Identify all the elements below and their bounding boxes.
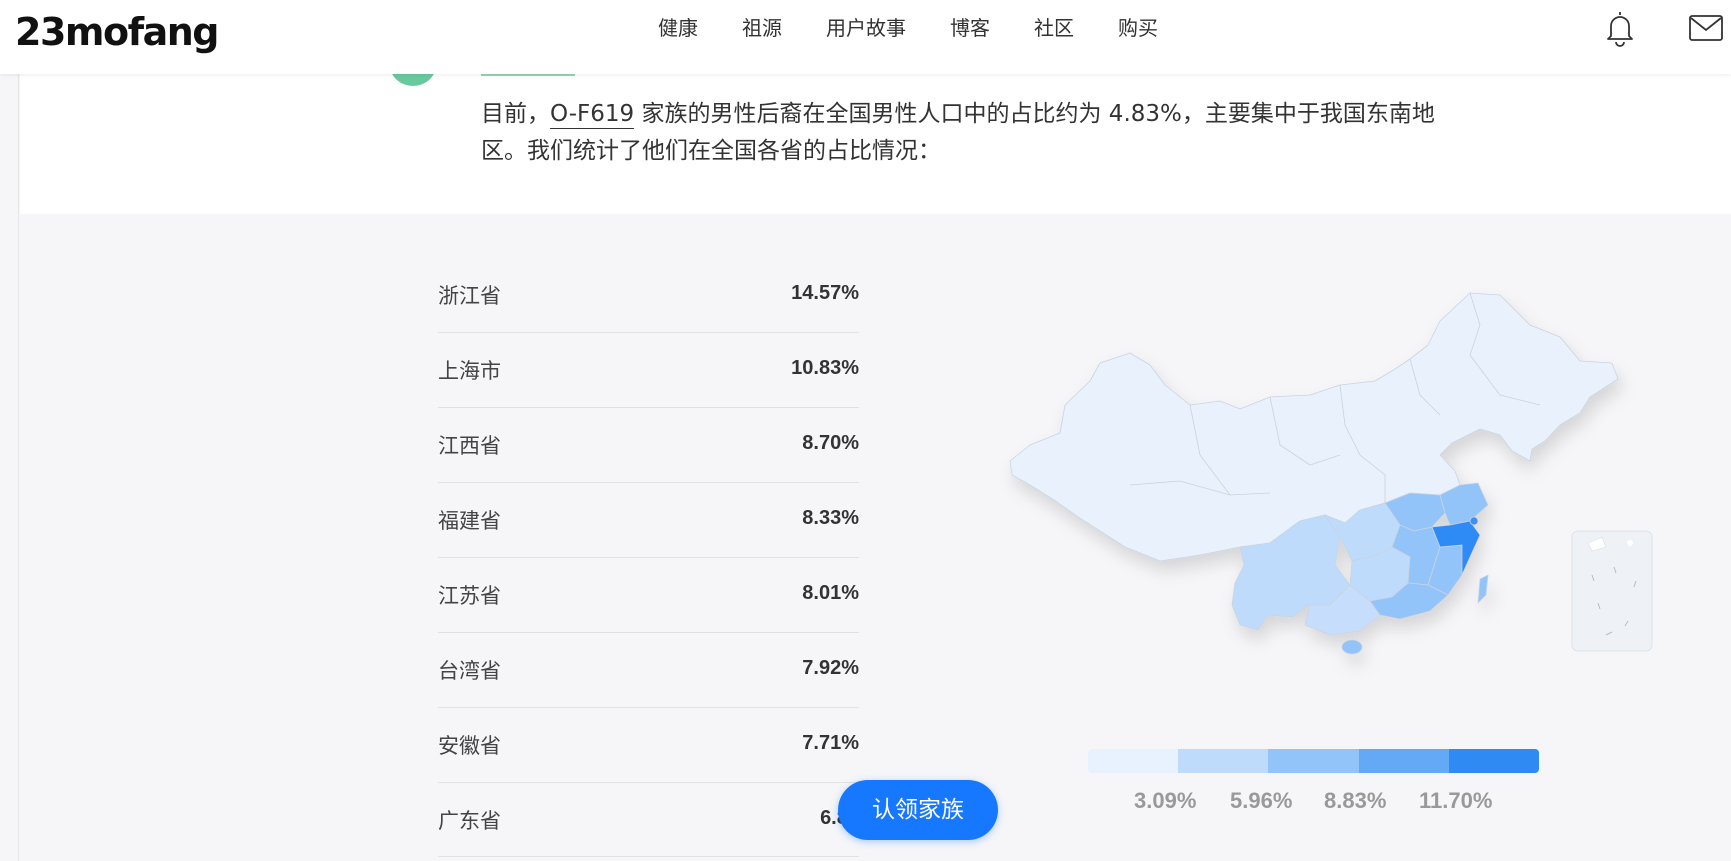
province-name: 江西省 — [438, 434, 501, 458]
nav-blog[interactable]: 博客 — [950, 14, 990, 44]
legend-swatch — [1448, 749, 1539, 773]
map-region-taiwan — [1477, 574, 1489, 604]
left-divider — [18, 74, 19, 861]
legend-swatch — [1088, 749, 1179, 773]
main-nav: 健康 祖源 用户故事 博客 社区 购买 — [658, 14, 1202, 44]
province-name: 上海市 — [438, 359, 501, 383]
legend-swatch — [1178, 749, 1269, 773]
table-row: 福建省 8.33% — [438, 483, 859, 558]
province-percent: 7.71% — [802, 732, 859, 754]
legend-swatch — [1268, 749, 1359, 773]
top-header: 23mofang 健康 祖源 用户故事 博客 社区 购买 — [0, 0, 1731, 74]
map-region-hainan — [1341, 639, 1363, 655]
province-name: 江苏省 — [438, 584, 501, 608]
table-row: 安徽省 7.71% — [438, 708, 859, 783]
mail-icon[interactable] — [1686, 8, 1726, 48]
province-name: 安徽省 — [438, 734, 501, 758]
province-name: 福建省 — [438, 509, 501, 533]
map-region-shanghai — [1469, 516, 1479, 526]
province-percent: 7.92% — [802, 657, 859, 679]
province-percent: 8.70% — [802, 432, 859, 454]
legend-swatch — [1358, 749, 1449, 773]
china-distribution-map — [1009, 292, 1653, 655]
logo[interactable]: 23mofang — [15, 10, 220, 54]
nav-ancestry[interactable]: 祖源 — [742, 14, 782, 44]
nav-health[interactable]: 健康 — [658, 14, 698, 44]
table-row: 江苏省 8.01% — [438, 558, 859, 633]
province-percent: 10.83% — [791, 357, 859, 379]
table-row: 江西省 8.70% — [438, 408, 859, 483]
table-row: 台湾省 7.92% — [438, 633, 859, 708]
color-legend — [1088, 749, 1539, 773]
legend-tick: 8.83% — [1324, 788, 1387, 813]
nav-community[interactable]: 社区 — [1034, 14, 1074, 44]
bell-icon[interactable] — [1600, 8, 1640, 48]
legend-tick: 3.09% — [1134, 788, 1197, 813]
province-table: 浙江省 14.57% 上海市 10.83% 江西省 8.70% 福建省 8.33% 江苏… — [438, 258, 859, 857]
province-percent: 14.57% — [791, 282, 859, 304]
south-china-sea-inset — [1571, 530, 1653, 652]
province-name: 台湾省 — [438, 659, 501, 683]
legend-tick: 5.96% — [1230, 788, 1293, 813]
table-divider — [438, 856, 859, 857]
province-name: 浙江省 — [438, 284, 501, 308]
table-row: 广东省6.89 — [438, 783, 859, 857]
intro-text: 目前，O-F619 家族的男性后裔在全国男性人口中的占比约为 4.83%，主要集… — [481, 96, 1471, 170]
haplogroup-link[interactable]: O-F619 — [550, 101, 635, 129]
table-row: 上海市 10.83% — [438, 333, 859, 408]
province-percent: 8.01% — [802, 582, 859, 604]
nav-buy[interactable]: 购买 — [1118, 14, 1158, 44]
province-name: 广东省 — [438, 809, 501, 833]
intro-prefix: 目前， — [481, 101, 550, 127]
province-percent: 8.33% — [802, 507, 859, 529]
table-row: 浙江省 14.57% — [438, 258, 859, 333]
claim-family-button[interactable]: 认领家族 — [838, 780, 998, 840]
nav-user-stories[interactable]: 用户故事 — [826, 14, 906, 44]
legend-tick: 11.70% — [1419, 788, 1493, 813]
title-underline — [481, 74, 575, 76]
